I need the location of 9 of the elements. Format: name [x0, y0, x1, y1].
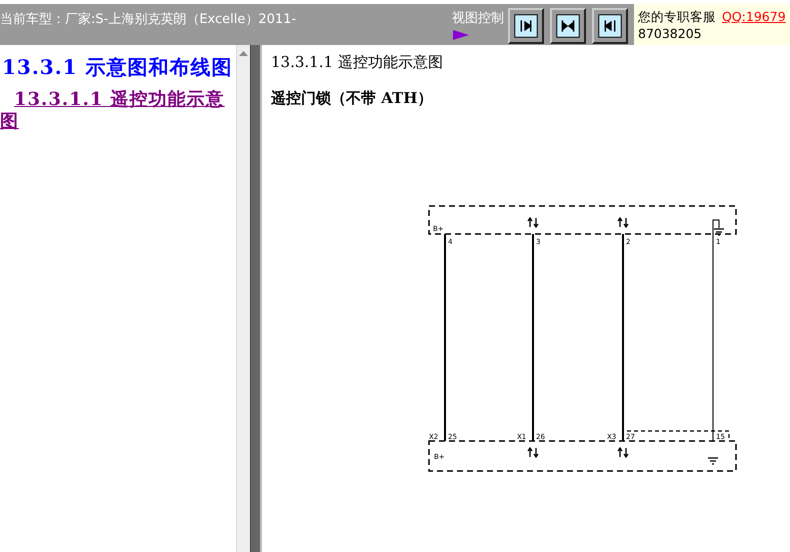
section-subtitle: 遥控门锁（不带 ATH）	[271, 89, 434, 108]
qq-link[interactable]: QQ:19679	[722, 9, 786, 24]
car-model-label: 当前车型：厂家:S-上海别克英朗（Excelle）2011-	[0, 11, 298, 28]
toc-link[interactable]: 13.3.1.1 遥控功能示意图	[0, 89, 236, 133]
toc-heading[interactable]: 13.3.1 示意图和布线图	[0, 55, 236, 79]
section-title: 13.3.1.1 遥控功能示意图	[271, 53, 444, 73]
support-number: 87038205	[638, 26, 703, 41]
view-control-label: 视图控制	[452, 10, 505, 27]
support-label: 您的专职客服	[638, 9, 716, 24]
